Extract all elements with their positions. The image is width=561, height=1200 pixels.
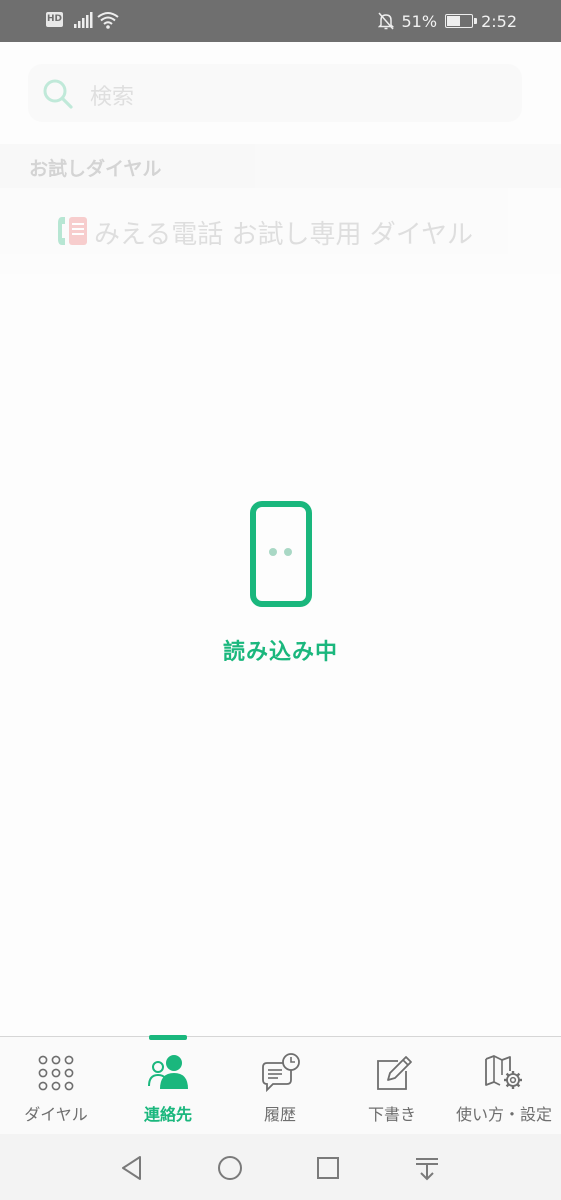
draft-icon xyxy=(377,1056,412,1090)
tab-dial-label: ダイヤル xyxy=(24,1105,88,1124)
loading-indicator: 読み込み中 xyxy=(0,500,561,666)
phone-caption-icon xyxy=(58,217,87,245)
tab-bar: ダイヤル 連絡先 履歴 下書き 使い方・設定 xyxy=(0,1035,561,1135)
contacts-screen: 検索 お試しダイヤル みえる電話 お試し専用 ダイヤル 読み込み中 xyxy=(0,42,561,1036)
bell-off-icon xyxy=(377,12,394,30)
signal-icon xyxy=(74,12,93,28)
tab-help-settings[interactable]: 使い方・設定 xyxy=(448,1037,560,1135)
loading-text: 読み込み中 xyxy=(222,640,338,665)
dialpad-icon xyxy=(38,1055,74,1091)
tab-contacts[interactable]: 連絡先 xyxy=(112,1035,224,1135)
battery-percent: 51% xyxy=(401,11,438,31)
search-icon xyxy=(43,79,73,109)
tab-history-label: 履歴 xyxy=(263,1105,296,1124)
battery-level xyxy=(447,16,461,26)
section-header: お試しダイヤル xyxy=(0,144,561,188)
trial-dial-item[interactable]: みえる電話 お試し専用 ダイヤル xyxy=(0,188,561,274)
battery-icon xyxy=(445,14,478,28)
search-input[interactable]: 検索 xyxy=(28,64,522,122)
section-title: お試しダイヤル xyxy=(29,158,162,180)
notification-shade-icon[interactable] xyxy=(413,1154,441,1182)
tab-drafts-label: 下書き xyxy=(367,1105,416,1124)
recents-icon[interactable] xyxy=(314,1154,342,1182)
help-settings-icon xyxy=(485,1055,522,1089)
tab-contacts-label: 連絡先 xyxy=(143,1105,192,1124)
wifi-icon xyxy=(97,12,119,29)
hd-badge: HD xyxy=(46,12,63,27)
tab-history[interactable]: 履歴 xyxy=(224,1037,336,1135)
tab-dial[interactable]: ダイヤル xyxy=(0,1037,112,1135)
history-icon xyxy=(262,1053,300,1093)
home-icon[interactable] xyxy=(216,1154,244,1182)
system-nav-bar xyxy=(0,1134,561,1200)
status-bar: HD 51% 2:52 xyxy=(0,0,561,42)
tab-help-settings-label: 使い方・設定 xyxy=(455,1105,552,1124)
phone-loading-icon xyxy=(249,501,312,607)
contacts-icon xyxy=(148,1055,188,1089)
tab-drafts[interactable]: 下書き xyxy=(336,1037,448,1135)
back-icon[interactable] xyxy=(118,1154,146,1182)
trial-dial-label: みえる電話 お試し専用 ダイヤル xyxy=(94,220,473,250)
clock: 2:52 xyxy=(481,11,517,31)
active-tab-indicator xyxy=(149,1035,187,1040)
search-placeholder: 検索 xyxy=(90,85,135,110)
